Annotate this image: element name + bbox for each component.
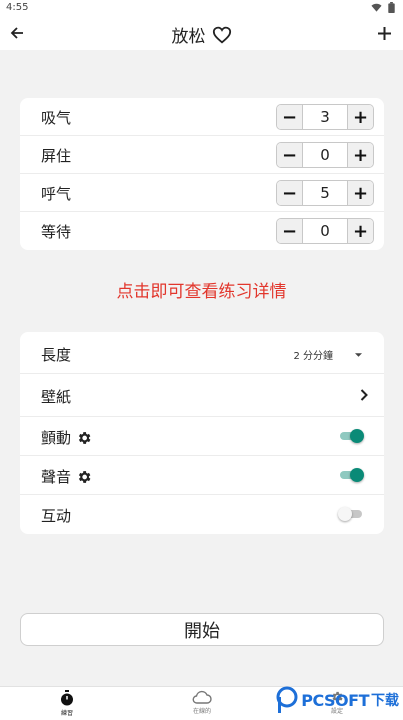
title-wrap: 放松 (0, 22, 403, 47)
stepper-value[interactable]: 5 (303, 181, 347, 205)
wallpaper-label: 壁紙 (41, 388, 72, 406)
breath-row-inhale: 吸气 − 3 + (20, 98, 384, 136)
dropdown-arrow-icon (355, 352, 362, 357)
length-dropdown[interactable]: 2 分分鐘 (293, 347, 362, 362)
vibration-label-wrap: 顫動 (41, 427, 92, 448)
plus-icon (377, 26, 391, 40)
toggle-thumb (350, 468, 364, 482)
status-icons (371, 2, 395, 13)
breath-row-wait: 等待 − 0 + (20, 212, 384, 250)
watermark: PCSOFT 下载 (275, 683, 399, 717)
stepper-value[interactable]: 3 (303, 105, 347, 129)
breath-label: 吸气 (41, 109, 72, 127)
sound-label: 聲音 (41, 468, 72, 486)
cloud-icon (192, 690, 212, 704)
exercise-details-link[interactable]: 点击即可查看练习详情 (0, 277, 403, 302)
breath-label: 等待 (41, 223, 72, 241)
nav-label: 在線的 (192, 708, 211, 715)
increment-button[interactable]: + (347, 219, 373, 243)
interaction-row: 互动 (20, 495, 384, 534)
status-time: 4:55 (6, 2, 29, 13)
increment-button[interactable]: + (347, 105, 373, 129)
status-bar: 4:55 (0, 0, 403, 16)
wallpaper-row[interactable]: 壁紙 (20, 374, 384, 417)
sound-label-wrap: 聲音 (41, 466, 92, 487)
length-value: 2 分分鐘 (293, 351, 333, 362)
hold-stepper: − 0 + (276, 142, 374, 168)
breath-label: 呼气 (41, 185, 72, 203)
toggle-thumb (338, 507, 352, 521)
vibration-row: 顫動 (20, 417, 384, 456)
length-label: 長度 (41, 346, 72, 364)
nav-item-practice[interactable]: 練習 (27, 690, 107, 717)
heart-icon[interactable] (212, 26, 232, 44)
vibration-label: 顫動 (41, 429, 72, 447)
increment-button[interactable]: + (347, 181, 373, 205)
chevron-right-icon (360, 389, 368, 401)
gear-icon[interactable] (76, 430, 92, 446)
sound-row: 聲音 (20, 456, 384, 495)
toggle-thumb (350, 429, 364, 443)
breathing-card: 吸气 − 3 + 屏住 − 0 + 呼气 − 5 + 等待 − 0 + (20, 98, 384, 250)
nav-item-online[interactable]: 在線的 (162, 690, 242, 715)
stopwatch-icon (61, 690, 73, 706)
nav-label: 練習 (60, 710, 73, 717)
decrement-button[interactable]: − (277, 219, 303, 243)
start-button[interactable]: 開始 (20, 613, 384, 646)
decrement-button[interactable]: − (277, 105, 303, 129)
interaction-label: 互动 (41, 507, 72, 525)
watermark-text-cn: 下载 (371, 693, 399, 709)
watermark-text: PCSOFT (301, 690, 369, 710)
page-title: 放松 (171, 27, 206, 47)
app-bar: 放松 (0, 16, 403, 50)
exhale-stepper: − 5 + (276, 180, 374, 206)
stepper-value[interactable]: 0 (303, 143, 347, 167)
wifi-icon (371, 3, 382, 12)
wait-stepper: − 0 + (276, 218, 374, 244)
breath-row-exhale: 呼气 − 5 + (20, 174, 384, 212)
vibration-toggle[interactable] (338, 428, 364, 444)
settings-card: 長度 2 分分鐘 壁紙 顫動 聲音 互动 (20, 332, 384, 534)
length-row[interactable]: 長度 2 分分鐘 (20, 332, 384, 374)
gear-icon[interactable] (76, 469, 92, 485)
stepper-value[interactable]: 0 (303, 219, 347, 243)
battery-icon (388, 2, 395, 13)
add-button[interactable] (373, 22, 395, 44)
decrement-button[interactable]: − (277, 181, 303, 205)
inhale-stepper: − 3 + (276, 104, 374, 130)
breath-label: 屏住 (41, 147, 72, 165)
watermark-logo-icon (276, 686, 298, 713)
interaction-toggle[interactable] (338, 506, 364, 522)
sound-toggle[interactable] (338, 467, 364, 483)
decrement-button[interactable]: − (277, 143, 303, 167)
increment-button[interactable]: + (347, 143, 373, 167)
breath-row-hold: 屏住 − 0 + (20, 136, 384, 174)
